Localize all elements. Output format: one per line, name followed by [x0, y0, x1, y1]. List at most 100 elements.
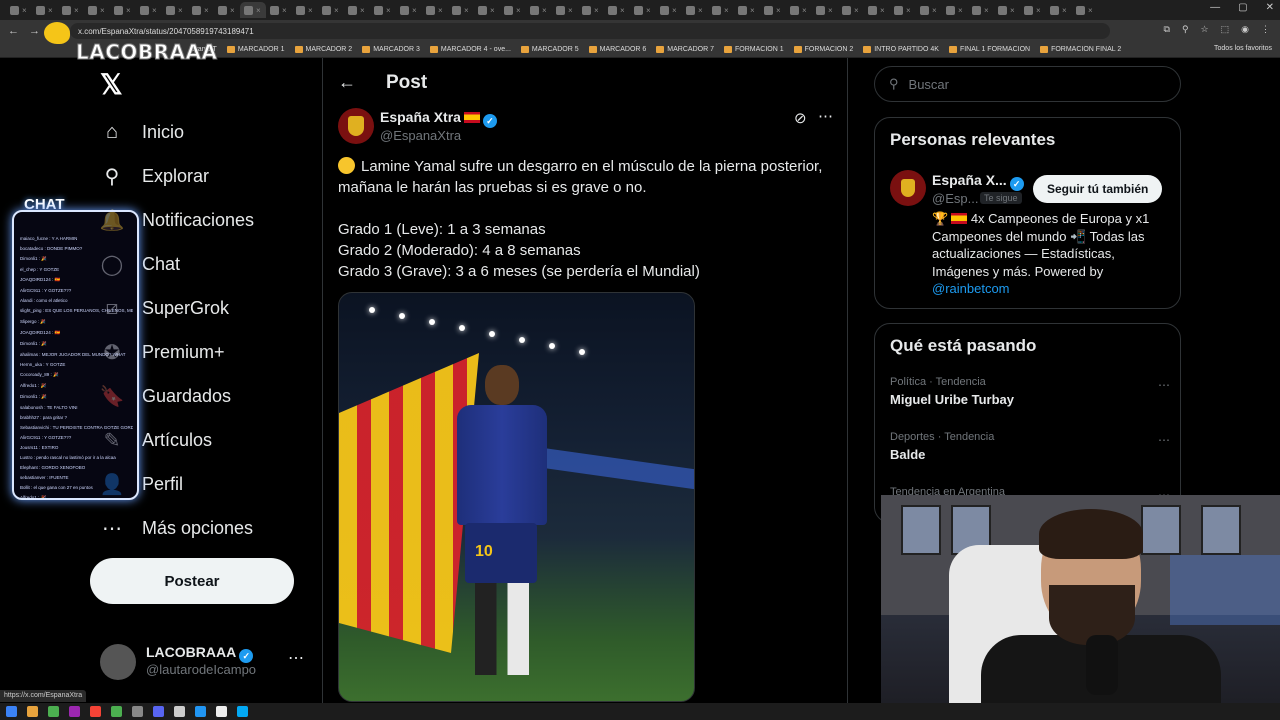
browser-tab[interactable]: × — [656, 2, 682, 18]
bookmark-item[interactable]: MARCADOR 3 — [362, 46, 420, 53]
bookmark-item[interactable]: MARCADOR 5 — [520, 46, 579, 53]
trend-more-icon[interactable]: ⋯ — [1158, 378, 1170, 392]
browser-tab[interactable]: × — [1072, 2, 1098, 18]
tab-close-icon[interactable]: × — [386, 6, 391, 15]
app-icon[interactable] — [174, 706, 185, 717]
tab-close-icon[interactable]: × — [958, 6, 963, 15]
windows-start-icon[interactable] — [6, 706, 17, 717]
browser-tab[interactable]: × — [240, 2, 266, 18]
star-icon[interactable]: ☆ — [1201, 24, 1209, 35]
browser-tab[interactable]: × — [1046, 2, 1072, 18]
tab-close-icon[interactable]: × — [1036, 6, 1041, 15]
tab-close-icon[interactable]: × — [698, 6, 703, 15]
trend-more-icon[interactable]: ⋯ — [1158, 433, 1170, 447]
url-field[interactable]: x.com/EspanaXtra/status/2047058919743189… — [70, 23, 1110, 39]
bookmark-item[interactable]: FORMACION FINAL 2 — [1040, 46, 1121, 53]
app-icon[interactable] — [195, 706, 206, 717]
tab-close-icon[interactable]: × — [568, 6, 573, 15]
browser-tab[interactable]: × — [136, 2, 162, 18]
tab-close-icon[interactable]: × — [256, 6, 261, 15]
nav-item-m-s-opciones[interactable]: ⋯ Más opciones — [100, 516, 253, 540]
relevant-name-row[interactable]: España X... ✓ — [932, 172, 1024, 191]
browser-tab[interactable]: × — [786, 2, 812, 18]
browser-tab[interactable]: × — [942, 2, 968, 18]
tab-close-icon[interactable]: × — [204, 6, 209, 15]
browser-tab[interactable]: × — [110, 2, 136, 18]
bio-link[interactable]: @rainbetcom — [932, 281, 1010, 296]
app-icon[interactable] — [111, 706, 122, 717]
tab-close-icon[interactable]: × — [308, 6, 313, 15]
browser-tab[interactable]: × — [396, 2, 422, 18]
browser-tab[interactable]: × — [84, 2, 110, 18]
tab-close-icon[interactable]: × — [334, 6, 339, 15]
browser-tab[interactable]: × — [162, 2, 188, 18]
bookmark-item[interactable]: MARCADOR 2 — [294, 46, 352, 53]
browser-tab[interactable]: × — [760, 2, 786, 18]
tab-close-icon[interactable]: × — [22, 6, 27, 15]
browser-tab[interactable]: × — [890, 2, 916, 18]
nav-item-inicio[interactable]: ⌂ Inicio — [100, 120, 184, 144]
x-logo-icon[interactable]: 𝕏 — [100, 71, 126, 99]
tab-close-icon[interactable]: × — [438, 6, 443, 15]
close-window-icon[interactable]: ✕ — [1266, 2, 1274, 13]
tab-close-icon[interactable]: × — [1062, 6, 1067, 15]
tab-close-icon[interactable]: × — [594, 6, 599, 15]
tab-close-icon[interactable]: × — [542, 6, 547, 15]
browser-tab[interactable]: × — [578, 2, 604, 18]
tab-close-icon[interactable]: × — [516, 6, 521, 15]
tab-close-icon[interactable]: × — [1010, 6, 1015, 15]
author-avatar[interactable] — [338, 108, 374, 144]
bookmark-item[interactable]: FORMACION 1 — [723, 46, 784, 53]
chrome-icon[interactable] — [48, 706, 59, 717]
discord-icon[interactable] — [153, 706, 164, 717]
trend-item[interactable]: Política · Tendencia Miguel Uribe Turbay ⋯ — [890, 376, 1170, 407]
browser-tab[interactable]: × — [266, 2, 292, 18]
forward-nav-icon[interactable]: → — [29, 25, 40, 37]
tab-close-icon[interactable]: × — [776, 6, 781, 15]
profile-icon[interactable]: ◉ — [1241, 24, 1249, 35]
tab-close-icon[interactable]: × — [152, 6, 157, 15]
tab-close-icon[interactable]: × — [750, 6, 755, 15]
browser-tab[interactable]: × — [370, 2, 396, 18]
browser-tab[interactable]: × — [448, 2, 474, 18]
tab-close-icon[interactable]: × — [490, 6, 495, 15]
tab-close-icon[interactable]: × — [724, 6, 729, 15]
tab-close-icon[interactable]: × — [672, 6, 677, 15]
tab-close-icon[interactable]: × — [230, 6, 235, 15]
browser-tab[interactable]: × — [630, 2, 656, 18]
maximize-icon[interactable]: ▢ — [1238, 2, 1247, 13]
tab-close-icon[interactable]: × — [100, 6, 105, 15]
tab-close-icon[interactable]: × — [178, 6, 183, 15]
browser-tab[interactable]: × — [188, 2, 214, 18]
relevant-avatar[interactable] — [890, 170, 926, 206]
tab-close-icon[interactable]: × — [360, 6, 365, 15]
post-image[interactable]: 10 — [338, 292, 695, 702]
browser-tab[interactable]: × — [994, 2, 1020, 18]
browser-tab[interactable]: × — [552, 2, 578, 18]
browser-tab[interactable]: × — [682, 2, 708, 18]
author-name-row[interactable]: España Xtra ✓ — [380, 109, 497, 128]
tab-close-icon[interactable]: × — [880, 6, 885, 15]
bookmark-item[interactable]: FINAL 1 FORMACION — [948, 46, 1030, 53]
browser-tab[interactable]: × — [968, 2, 994, 18]
back-arrow-icon[interactable]: ← — [338, 72, 356, 93]
all-bookmarks[interactable]: Todos los favoritos — [1214, 45, 1272, 52]
tab-close-icon[interactable]: × — [854, 6, 859, 15]
app-icon[interactable] — [132, 706, 143, 717]
browser-tab[interactable]: × — [864, 2, 890, 18]
browser-tab[interactable]: × — [838, 2, 864, 18]
tab-close-icon[interactable]: × — [802, 6, 807, 15]
app-icon[interactable] — [216, 706, 227, 717]
bookmark-item[interactable]: FORMACION 2 — [793, 46, 853, 53]
bookmark-item[interactable]: MARCADOR 6 — [588, 46, 646, 53]
tab-close-icon[interactable]: × — [48, 6, 53, 15]
tab-close-icon[interactable]: × — [74, 6, 79, 15]
back-nav-icon[interactable]: ← — [8, 25, 19, 37]
tab-close-icon[interactable]: × — [646, 6, 651, 15]
minimize-icon[interactable]: — — [1210, 2, 1220, 13]
browser-tab[interactable]: × — [344, 2, 370, 18]
browser-tab[interactable]: × — [214, 2, 240, 18]
extensions-icon[interactable]: ⬚ — [1221, 24, 1230, 35]
file-explorer-icon[interactable] — [27, 706, 38, 717]
zoom-icon[interactable]: ⚲ — [1182, 24, 1189, 35]
